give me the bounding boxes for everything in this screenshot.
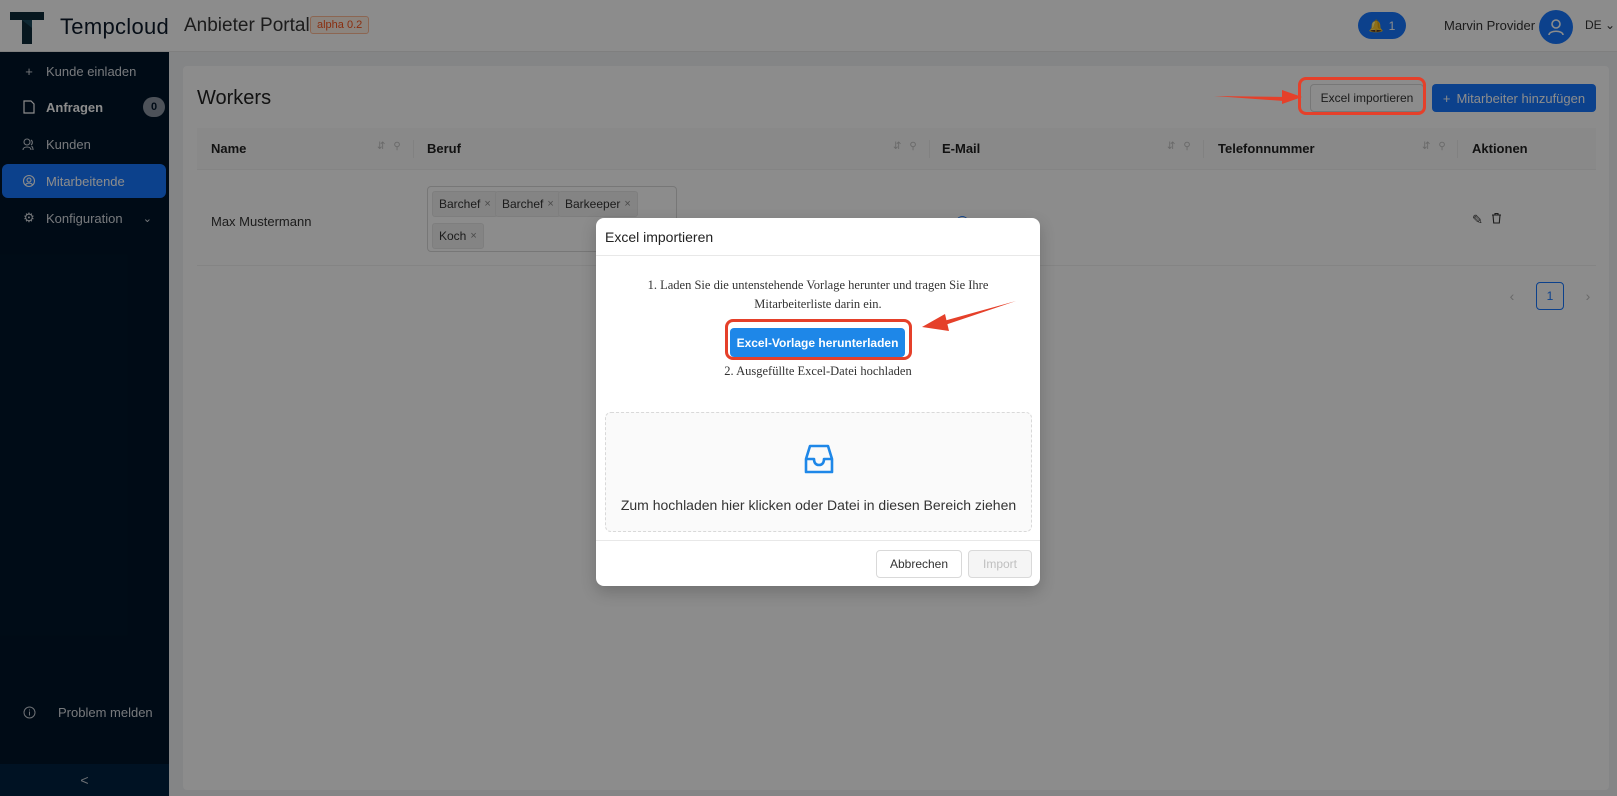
step1-instruction: 1. Laden Sie die untenstehende Vorlage h… xyxy=(647,278,989,311)
modal-divider xyxy=(596,540,1040,541)
import-button[interactable]: Import xyxy=(968,550,1032,578)
highlight-box-download-template xyxy=(725,319,912,360)
excel-import-modal: Excel importieren 1. Laden Sie die unten… xyxy=(596,218,1040,586)
inbox-icon xyxy=(804,444,834,474)
step2-instruction: 2. Ausgefüllte Excel-Datei hochladen xyxy=(724,364,912,378)
file-dropzone[interactable]: Zum hochladen hier klicken oder Datei in… xyxy=(605,412,1032,532)
dropzone-text: Zum hochladen hier klicken oder Datei in… xyxy=(620,497,1017,513)
modal-divider xyxy=(596,255,1040,256)
cancel-button[interactable]: Abbrechen xyxy=(876,550,962,578)
highlight-box-excel-import xyxy=(1298,77,1426,115)
modal-title: Excel importieren xyxy=(605,229,714,245)
